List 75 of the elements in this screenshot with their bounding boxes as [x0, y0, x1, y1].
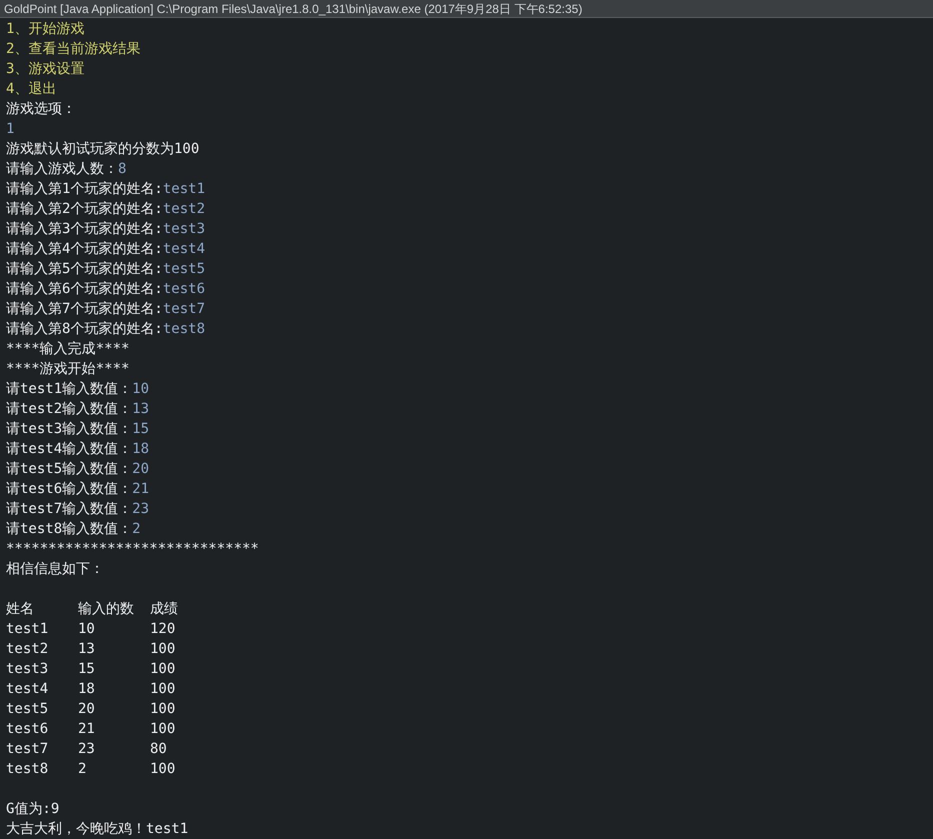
- console-text: 请test1输入数值：: [6, 381, 132, 397]
- console-text: 游戏默认初试玩家的分数为100: [6, 141, 200, 157]
- table-cell-text: test3: [6, 660, 50, 679]
- typed-text: 2: [132, 521, 141, 537]
- table-cell-text: 23: [78, 740, 96, 759]
- menu-option: 1、开始游戏: [6, 21, 84, 37]
- table-cell-text: test5: [6, 700, 50, 719]
- console-text: 请输入第1个玩家的姓名:: [6, 181, 163, 197]
- table-cell-text: test2: [6, 640, 50, 659]
- typed-text: 15: [132, 421, 150, 437]
- table-cell-text: 100: [150, 760, 176, 779]
- typed-text: test3: [162, 221, 206, 237]
- table-cell-text: 21: [78, 720, 96, 739]
- column-header: 输入的数: [78, 600, 135, 619]
- console-text: 请test6输入数值：: [6, 481, 132, 497]
- console-text: 大吉大利，今晚吃鸡！test1: [6, 821, 188, 837]
- typed-text: 1: [6, 121, 14, 137]
- table-cell-text: 100: [150, 640, 176, 659]
- column-header: 成绩: [150, 600, 179, 619]
- console-text: 请输入第8个玩家的姓名:: [6, 321, 163, 337]
- table-cell-text: 100: [150, 660, 176, 679]
- console-text: 请输入第5个玩家的姓名:: [6, 261, 163, 277]
- table-cell-text: test4: [6, 680, 50, 699]
- console-text: 请test7输入数值：: [6, 501, 132, 517]
- column-header: 姓名: [6, 600, 35, 619]
- menu-option: 3、游戏设置: [6, 61, 84, 77]
- console-text: 请输入游戏人数：: [6, 161, 118, 177]
- typed-text: test2: [162, 201, 206, 217]
- typed-text: 20: [132, 461, 150, 477]
- menu-option: 2、查看当前游戏结果: [6, 41, 140, 57]
- console-text: 请test2输入数值：: [6, 401, 132, 417]
- typed-text: 21: [132, 481, 150, 497]
- table-cell-text: 100: [150, 720, 176, 739]
- console-text: G值为:9: [6, 801, 60, 817]
- typed-text: 8: [118, 161, 126, 177]
- menu-option: 4、退出: [6, 81, 56, 97]
- console-text: 请输入第4个玩家的姓名:: [6, 241, 163, 257]
- console-text: 游戏选项：: [6, 101, 76, 117]
- console-text: ******************************: [6, 541, 259, 557]
- typed-text: 23: [132, 501, 150, 517]
- table-cell-text: 15: [78, 660, 96, 679]
- typed-text: 10: [132, 381, 150, 397]
- table-cell-text: 80: [150, 740, 168, 759]
- console-text: 请输入第3个玩家的姓名:: [6, 221, 163, 237]
- window-title: GoldPoint [Java Application] C:\Program Files\Java\jre1.8.0_131\bin\javaw.exe (2017年9月28日 下午6:52:35): [0, 0, 933, 18]
- typed-text: test7: [162, 301, 206, 317]
- console-text: 请输入第2个玩家的姓名:: [6, 201, 163, 217]
- typed-text: test1: [162, 181, 206, 197]
- console-text: ****游戏开始****: [6, 361, 130, 377]
- console-text: 请输入第7个玩家的姓名:: [6, 301, 163, 317]
- typed-text: 13: [132, 401, 150, 417]
- console-text: ****输入完成****: [6, 341, 130, 357]
- console-text: 请test5输入数值：: [6, 461, 132, 477]
- table-cell-text: test8: [6, 760, 50, 779]
- table-cell-text: 18: [78, 680, 96, 699]
- table-cell-text: test7: [6, 740, 50, 759]
- console-text: 请输入第6个玩家的姓名:: [6, 281, 163, 297]
- table-cell-text: 2: [78, 760, 88, 779]
- typed-text: test6: [162, 281, 206, 297]
- typed-text: test8: [162, 321, 206, 337]
- table-cell-text: 100: [150, 700, 176, 719]
- table-cell-text: 100: [150, 680, 176, 699]
- console-text: 请test4输入数值：: [6, 441, 132, 457]
- table-cell-text: 120: [150, 620, 176, 639]
- table-cell-text: 13: [78, 640, 96, 659]
- table-cell-text: test6: [6, 720, 50, 739]
- typed-text: test4: [162, 241, 206, 257]
- console-text: 请test3输入数值：: [6, 421, 132, 437]
- typed-text: 18: [132, 441, 150, 457]
- table-cell-text: test1: [6, 620, 50, 639]
- table-cell-text: 20: [78, 700, 96, 719]
- table-cell-text: 10: [78, 620, 96, 639]
- console-text: 相信信息如下：: [6, 561, 104, 577]
- typed-text: test5: [162, 261, 206, 277]
- console-text: 请test8输入数值：: [6, 521, 132, 537]
